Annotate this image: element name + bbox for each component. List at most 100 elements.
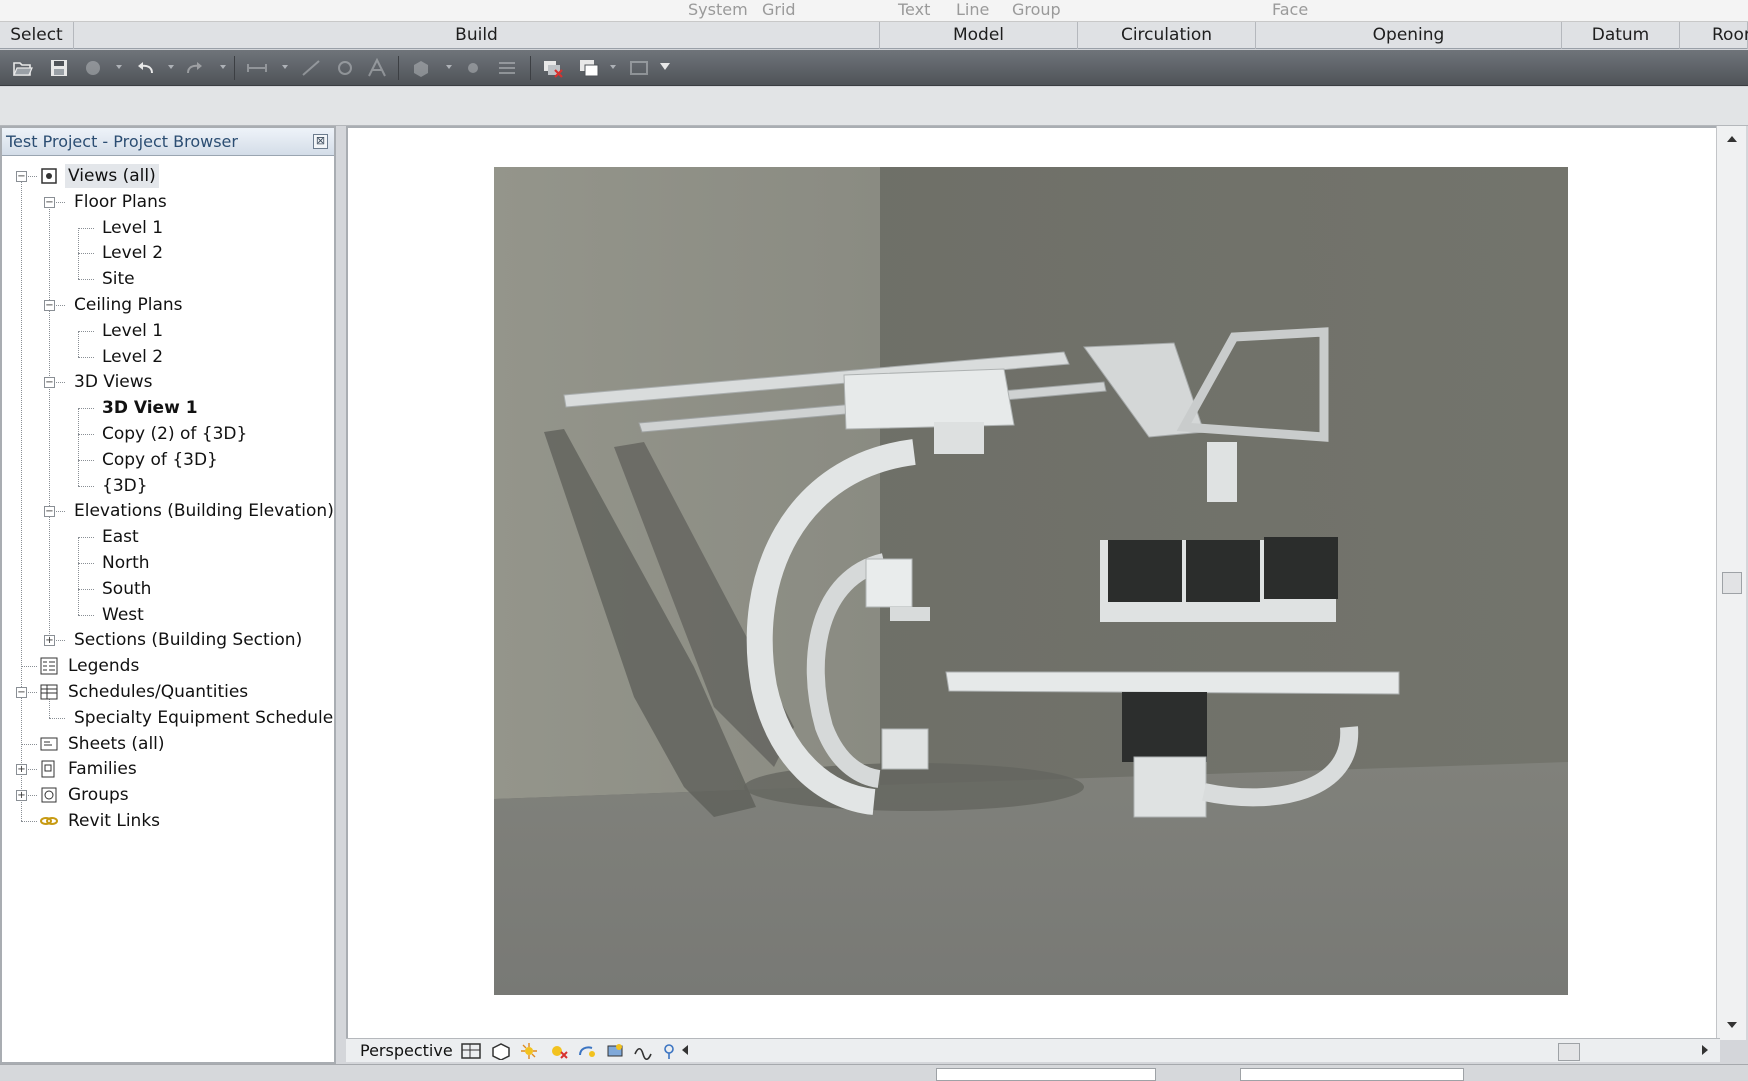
views-icon bbox=[41, 168, 57, 184]
shadows-icon[interactable] bbox=[548, 1042, 570, 1060]
horizontal-scroll-thumb[interactable] bbox=[1558, 1043, 1580, 1061]
visual-style-icon[interactable] bbox=[490, 1042, 512, 1060]
toolbar-separator bbox=[530, 56, 531, 80]
redo-icon[interactable] bbox=[184, 58, 206, 78]
options-bar bbox=[0, 87, 1748, 126]
tag-icon[interactable] bbox=[334, 58, 356, 78]
crop-view-icon[interactable] bbox=[604, 1042, 626, 1060]
browser-item[interactable]: Copy (2) of {3D} bbox=[102, 422, 247, 446]
temporary-hide-icon[interactable] bbox=[658, 1042, 680, 1060]
browser-item[interactable]: 3D Views bbox=[74, 370, 153, 394]
browser-item[interactable]: Families bbox=[68, 757, 137, 781]
scroll-thumb[interactable] bbox=[1722, 572, 1742, 594]
measure-icon[interactable] bbox=[246, 58, 268, 78]
rendering-dialog-icon[interactable] bbox=[576, 1042, 598, 1060]
ribbon-face-label[interactable]: Face bbox=[1272, 0, 1308, 19]
browser-item[interactable]: West bbox=[102, 603, 144, 627]
ribbon-grid-label[interactable]: Grid bbox=[762, 0, 796, 19]
expand-icon[interactable]: + bbox=[44, 635, 55, 647]
browser-item[interactable]: Level 2 bbox=[102, 241, 163, 265]
tree-connector bbox=[78, 253, 94, 255]
sun-path-icon[interactable] bbox=[518, 1042, 540, 1060]
redo-dropdown-caret[interactable] bbox=[220, 65, 226, 69]
show-crop-region-icon[interactable] bbox=[632, 1042, 654, 1060]
viewport-vertical-scrollbar[interactable] bbox=[1716, 126, 1746, 1040]
browser-item[interactable]: Floor Plans bbox=[74, 190, 167, 214]
scroll-right-arrow[interactable] bbox=[1702, 1045, 1708, 1055]
user-interface-icon[interactable] bbox=[628, 58, 650, 78]
scroll-down-arrow[interactable] bbox=[1727, 1022, 1737, 1028]
expand-icon[interactable]: + bbox=[16, 764, 27, 776]
sync-icon[interactable] bbox=[82, 58, 104, 78]
panel-circulation[interactable]: Circulation bbox=[1078, 22, 1256, 49]
ribbon-button-row: System Grid Text Line Group Face bbox=[0, 0, 1748, 22]
browser-item[interactable]: South bbox=[102, 577, 151, 601]
browser-item[interactable]: North bbox=[102, 551, 150, 575]
detail-level-icon[interactable] bbox=[460, 1042, 482, 1060]
collapse-icon[interactable]: − bbox=[44, 377, 55, 389]
browser-item[interactable]: {3D} bbox=[102, 474, 148, 498]
expand-icon[interactable]: + bbox=[16, 790, 27, 802]
browser-item[interactable]: Schedules/Quantities bbox=[68, 680, 248, 704]
customize-toolbar-icon[interactable] bbox=[660, 63, 670, 70]
browser-item[interactable]: Sections (Building Section) bbox=[74, 628, 302, 652]
scroll-up-arrow[interactable] bbox=[1727, 136, 1737, 142]
browser-item[interactable]: Legends bbox=[68, 654, 139, 678]
browser-item[interactable]: Ceiling Plans bbox=[74, 293, 183, 317]
aligned-dimension-icon[interactable] bbox=[300, 58, 322, 78]
collapse-icon[interactable]: − bbox=[16, 687, 27, 698]
browser-item[interactable]: Specialty Equipment Schedule bbox=[74, 706, 333, 730]
browser-item[interactable]: Elevations (Building Elevation) bbox=[74, 499, 334, 523]
browser-item[interactable]: Site bbox=[102, 267, 135, 291]
text-icon[interactable] bbox=[366, 58, 388, 78]
collapse-icon[interactable]: − bbox=[44, 196, 55, 208]
browser-item[interactable]: Level 1 bbox=[102, 319, 163, 343]
quick-access-toolbar bbox=[0, 50, 1748, 86]
ribbon-text-label[interactable]: Text bbox=[898, 0, 930, 19]
browser-item[interactable]: Revit Links bbox=[68, 809, 160, 833]
panel-room[interactable]: Roor bbox=[1680, 22, 1748, 49]
browser-item[interactable]: 3D View 1 bbox=[102, 396, 198, 420]
status-field-workset[interactable] bbox=[936, 1068, 1156, 1081]
section-icon[interactable] bbox=[462, 58, 484, 78]
browser-item[interactable]: Level 1 bbox=[102, 216, 163, 240]
browser-item[interactable]: Sheets (all) bbox=[68, 732, 165, 756]
browser-item[interactable]: East bbox=[102, 525, 139, 549]
status-field-model[interactable] bbox=[1240, 1068, 1464, 1081]
sync-dropdown-caret[interactable] bbox=[116, 65, 122, 69]
panel-opening[interactable]: Opening bbox=[1256, 22, 1562, 49]
browser-item[interactable]: Level 2 bbox=[102, 345, 163, 369]
monitor-screen-2 bbox=[1186, 540, 1260, 602]
project-browser-title-bar[interactable]: Test Project - Project Browser ⊠ bbox=[2, 128, 334, 156]
tree-connector bbox=[78, 459, 94, 461]
thin-lines-icon[interactable] bbox=[496, 58, 518, 78]
panel-build[interactable]: Build bbox=[74, 22, 880, 49]
collapse-icon[interactable]: − bbox=[44, 300, 55, 311]
collapse-icon[interactable]: − bbox=[16, 171, 27, 182]
scroll-left-arrow[interactable] bbox=[682, 1045, 688, 1055]
panel-datum[interactable]: Datum bbox=[1562, 22, 1680, 49]
panel-model[interactable]: Model bbox=[880, 22, 1078, 49]
browser-item[interactable]: Copy of {3D} bbox=[102, 448, 218, 472]
switch-windows-dropdown-caret[interactable] bbox=[610, 65, 616, 69]
save-icon[interactable] bbox=[48, 58, 70, 78]
3d-view-dropdown-caret[interactable] bbox=[446, 65, 452, 69]
open-folder-icon[interactable] bbox=[12, 58, 34, 78]
viewport-horizontal-scrollbar[interactable] bbox=[716, 1043, 1716, 1061]
close-icon[interactable]: ⊠ bbox=[313, 134, 328, 149]
panel-select[interactable]: Select bbox=[0, 22, 74, 49]
tree-connector bbox=[78, 330, 94, 332]
browser-item[interactable]: Groups bbox=[68, 783, 129, 807]
undo-dropdown-caret[interactable] bbox=[168, 65, 174, 69]
collapse-icon[interactable]: − bbox=[44, 506, 55, 518]
switch-windows-icon[interactable] bbox=[578, 58, 600, 78]
tree-guide-line bbox=[78, 408, 79, 486]
close-hidden-windows-icon[interactable] bbox=[542, 58, 564, 78]
ribbon-system-label[interactable]: System bbox=[688, 0, 748, 19]
default-3d-view-icon[interactable] bbox=[410, 58, 432, 78]
measure-dropdown-caret[interactable] bbox=[282, 65, 288, 69]
ribbon-group-label[interactable]: Group bbox=[1012, 0, 1061, 19]
undo-icon[interactable] bbox=[134, 58, 156, 78]
browser-item[interactable]: Views (all) bbox=[65, 164, 159, 188]
ribbon-line-label[interactable]: Line bbox=[956, 0, 989, 19]
